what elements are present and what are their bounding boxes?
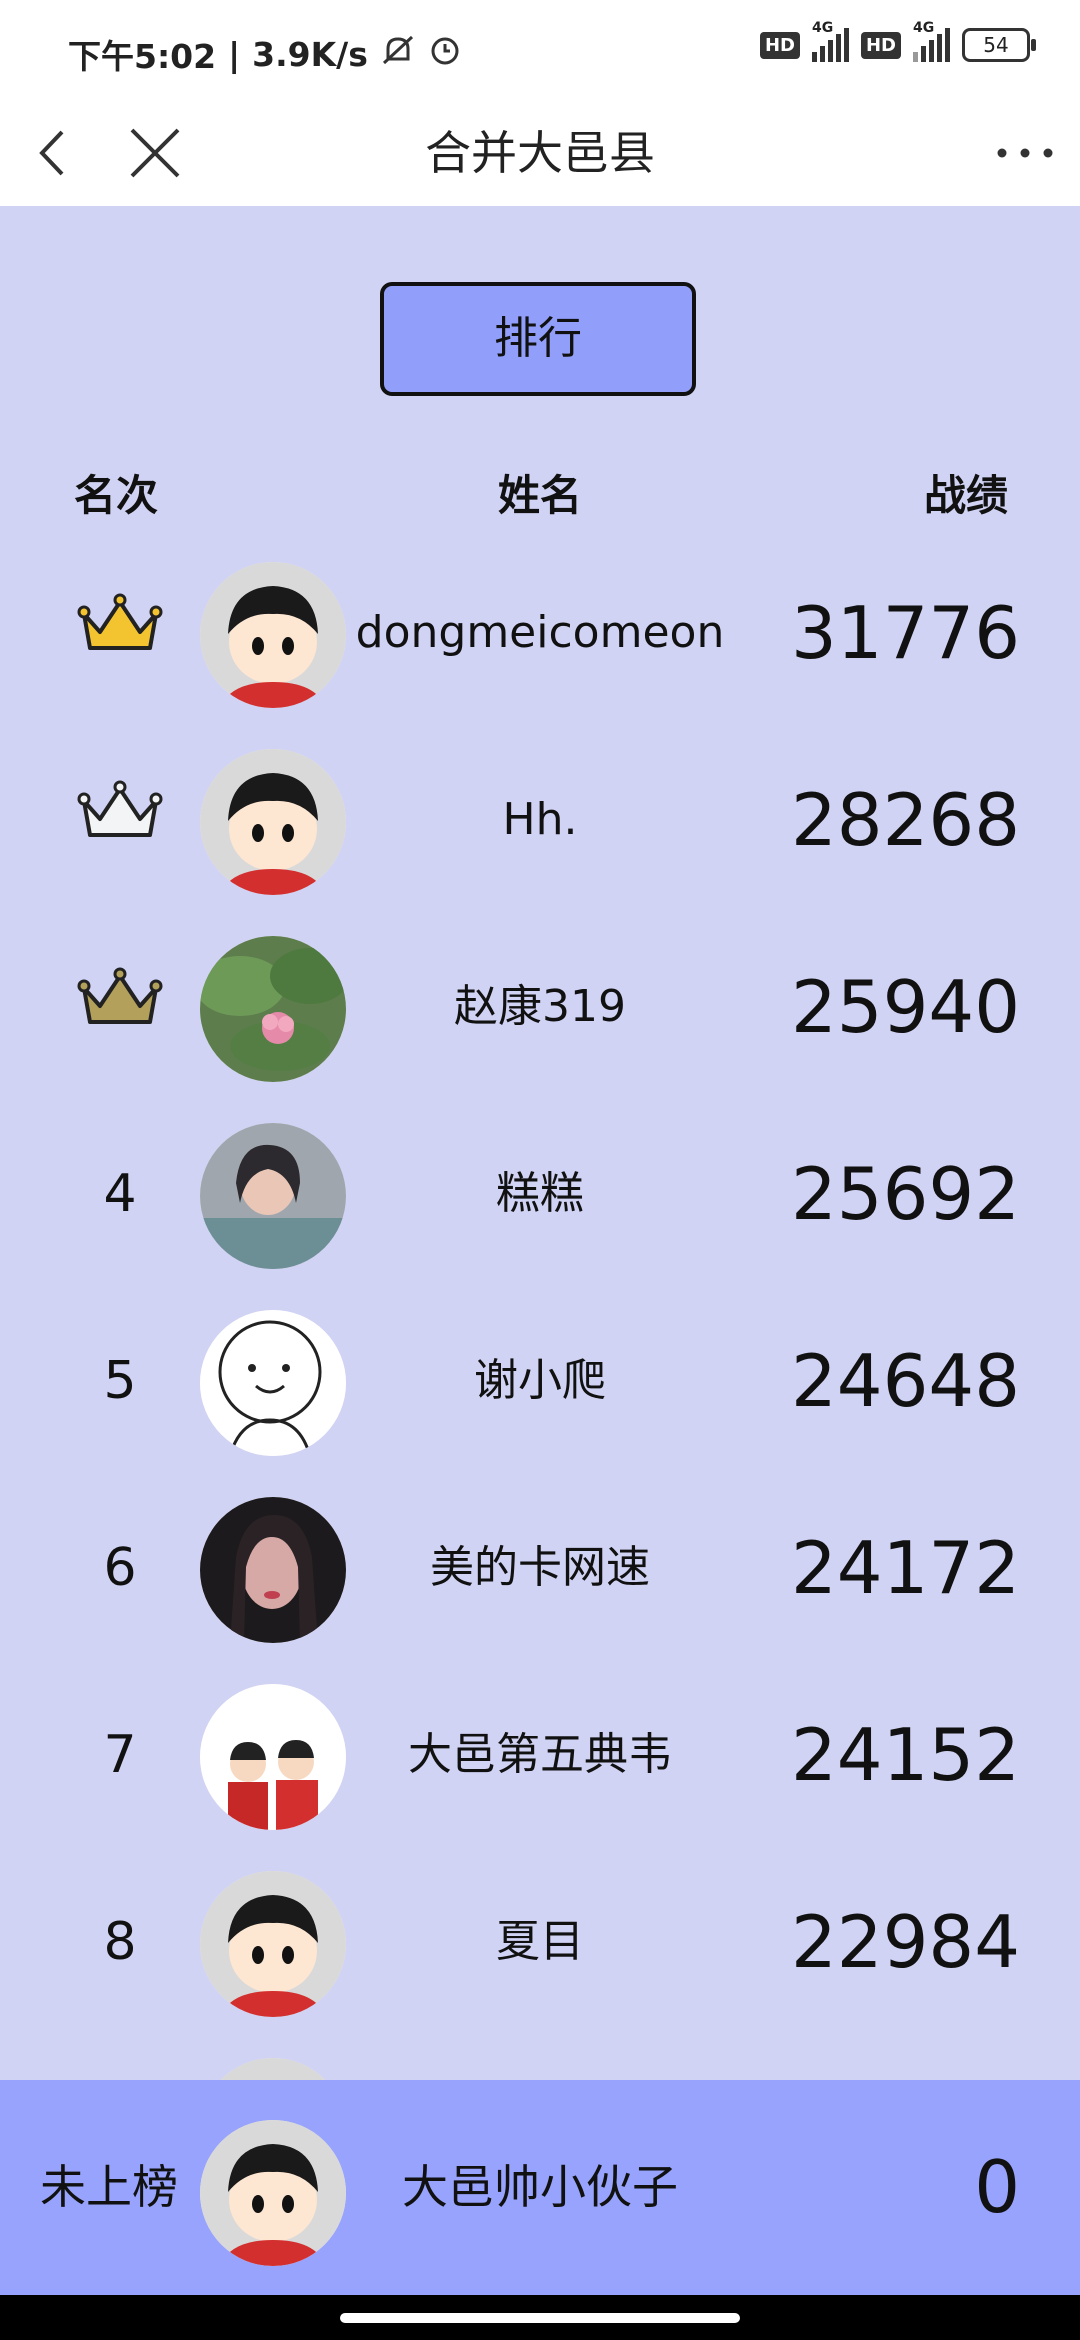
- table-row[interactable]: [0, 2036, 1080, 2080]
- avatar: [200, 936, 346, 1082]
- back-icon[interactable]: [20, 118, 90, 188]
- player-score: 25692: [790, 1152, 1020, 1236]
- table-row[interactable]: 5 谢小爬 24648: [0, 1288, 1080, 1474]
- table-row[interactable]: Hh. 28268: [0, 727, 1080, 913]
- avatar: [200, 1871, 346, 2017]
- player-name: 糕糕: [496, 1168, 584, 1219]
- clock: 下午5:02: [68, 37, 217, 76]
- rank-number: 4: [103, 1164, 137, 1224]
- avatar: [200, 1310, 346, 1456]
- avatar: [200, 749, 346, 895]
- player-name: 赵康319: [454, 981, 626, 1032]
- player-score: 31776: [790, 591, 1020, 675]
- rank-cell: [60, 914, 180, 1100]
- gesture-bar: [0, 2295, 1080, 2340]
- player-name: 夏目: [496, 1916, 584, 1967]
- player-name: 大邑第五典韦: [408, 1729, 672, 1780]
- my-rank-bar: 未上榜 大邑帅小伙子 0: [0, 2080, 1080, 2295]
- avatar: [200, 2058, 346, 2080]
- rank-number: 8: [103, 1912, 137, 1972]
- avatar: [200, 562, 346, 708]
- player-score: 24172: [790, 1526, 1020, 1610]
- rank-number: 7: [103, 1725, 137, 1785]
- player-score: 24648: [790, 1339, 1020, 1423]
- battery-indicator: 54: [962, 28, 1036, 62]
- home-indicator[interactable]: [340, 2313, 740, 2323]
- avatar: [200, 1497, 346, 1643]
- alarm-icon: [428, 33, 462, 75]
- table-row[interactable]: 8 夏目 22984: [0, 1849, 1080, 2035]
- signal-icon: 4G: [811, 20, 849, 62]
- my-rank: 未上榜: [40, 2160, 178, 2214]
- rank-tab-button[interactable]: 排行: [380, 282, 696, 396]
- signal-icon-2: 4G: [913, 20, 950, 62]
- network-speed: 3.9K/s: [252, 34, 368, 74]
- hd-badge: HD: [759, 31, 800, 59]
- leaderboard-list[interactable]: dongmeicomeon 31776 Hh. 28268 赵康319 2594…: [0, 540, 1080, 2080]
- bronze-crown-icon: [77, 967, 163, 1024]
- table-row[interactable]: 7 大邑第五典韦 24152: [0, 1662, 1080, 1848]
- player-name: dongmeicomeon: [355, 607, 725, 658]
- silver-crown-icon: [77, 780, 163, 837]
- rank-cell: [60, 540, 180, 726]
- player-name: 美的卡网速: [430, 1542, 650, 1593]
- rank-number: 5: [103, 1351, 137, 1411]
- player-name: Hh.: [502, 794, 578, 845]
- rank-cell: [60, 727, 180, 913]
- rank-number: 6: [103, 1538, 137, 1598]
- status-bar: 下午5:02 | 3.9K/s HD 4G HD 4G 54: [0, 0, 1080, 100]
- my-name: 大邑帅小伙子: [402, 2160, 678, 2214]
- my-score: 0: [974, 2145, 1020, 2229]
- gold-crown-icon: [77, 593, 163, 650]
- avatar: [200, 1123, 346, 1269]
- avatar: [200, 1684, 346, 1830]
- mute-icon: [380, 33, 416, 75]
- my-avatar: [200, 2120, 346, 2266]
- nav-bar: 合并大邑县: [0, 100, 1080, 206]
- close-icon[interactable]: [120, 118, 190, 188]
- player-name: 谢小爬: [474, 1355, 606, 1406]
- table-row[interactable]: 赵康319 25940: [0, 914, 1080, 1100]
- more-icon[interactable]: [990, 118, 1060, 188]
- player-score: 25940: [790, 965, 1020, 1049]
- player-score: 24152: [790, 1713, 1020, 1797]
- score-column-header: 战绩: [923, 471, 1008, 520]
- table-row[interactable]: 6 美的卡网速 24172: [0, 1475, 1080, 1661]
- name-column-header: 姓名: [497, 471, 582, 520]
- hd-badge-2: HD: [860, 31, 901, 59]
- table-row[interactable]: dongmeicomeon 31776: [0, 540, 1080, 726]
- player-score: 28268: [790, 778, 1020, 862]
- table-row[interactable]: 4 糕糕 25692: [0, 1101, 1080, 1287]
- player-score: 22984: [790, 1900, 1020, 1984]
